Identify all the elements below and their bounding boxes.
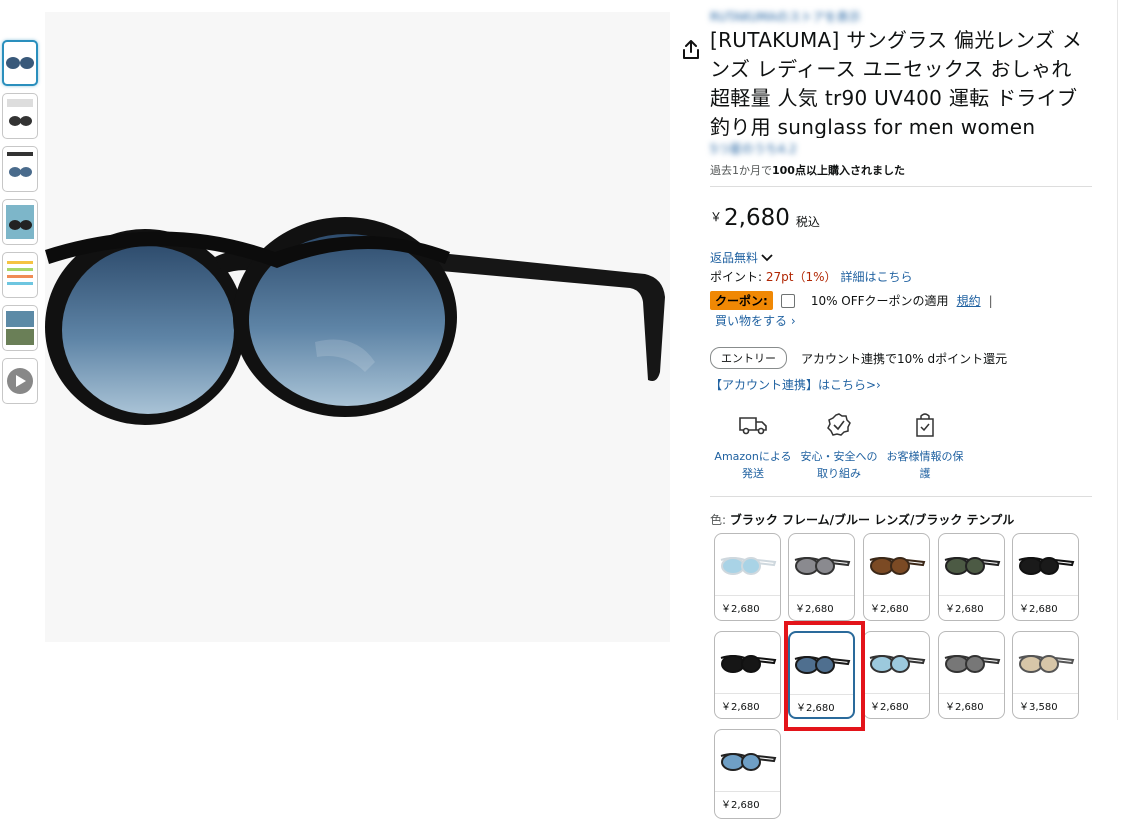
entry-row: エントリー アカウント連携で10% dポイント還元 <box>710 347 1092 369</box>
color-swatch[interactable]: ￥2,680 <box>863 533 930 621</box>
account-link[interactable]: 【アカウント連携】はこちら>› <box>710 376 1092 393</box>
thumb-7[interactable] <box>2 358 38 404</box>
secure-bag-icon <box>916 413 934 437</box>
swatch-price: ￥2,680 <box>721 604 760 615</box>
divider <box>710 186 1092 187</box>
returns-label: 返品無料 <box>710 251 759 265</box>
share-icon <box>683 40 699 59</box>
swatch-image <box>939 632 1004 694</box>
swatch-price: ￥2,680 <box>870 702 909 713</box>
price: ￥ 2,680 税込 <box>710 205 1092 231</box>
rating-row[interactable]: 5つ星のうち4.2 <box>710 140 1092 156</box>
thumb-4[interactable] <box>2 199 38 245</box>
points-details-link[interactable]: 詳細はこちら <box>841 270 913 284</box>
points-prefix: ポイント: <box>710 270 766 284</box>
swatch-image <box>1013 534 1078 596</box>
feature-safety[interactable]: 安心・安全への取り組み <box>796 411 882 482</box>
thumb-6[interactable] <box>2 305 38 351</box>
feature-privacy[interactable]: お客様情報の保護 <box>882 411 968 482</box>
entry-text: アカウント連携で10% dポイント還元 <box>801 351 1008 366</box>
swatch-image <box>790 633 853 695</box>
divider <box>710 496 1092 497</box>
thumbnail-strip <box>2 40 40 411</box>
swatch-price: ￥2,680 <box>945 604 984 615</box>
main-product-image[interactable] <box>45 12 699 642</box>
color-swatch[interactable]: ￥3,580 <box>1012 631 1079 719</box>
store-link[interactable]: RUTAKUMAのストアを表示 <box>710 8 1092 24</box>
swatch-image <box>715 730 780 792</box>
swatch-image <box>939 534 1004 596</box>
thumb-2[interactable] <box>2 93 38 139</box>
title-text: [RUTAKUMA] サングラス 偏光レンズ メンズ レディース ユニセックス … <box>710 28 1083 138</box>
swatch-price: ￥2,680 <box>945 702 984 713</box>
color-swatch[interactable]: ￥2,680 <box>1012 533 1079 621</box>
bought-prefix: 過去1か月で <box>710 164 772 177</box>
coupon-checkbox[interactable] <box>780 293 795 308</box>
scrollbar-edge <box>1117 0 1122 720</box>
entry-button[interactable]: エントリー <box>710 347 787 369</box>
price-symbol: ￥ <box>710 210 723 224</box>
swatch-price: ￥2,680 <box>721 800 760 811</box>
chevron-down-icon <box>761 253 773 261</box>
points-value: 27pt（1%） <box>765 270 837 284</box>
thumb-3[interactable] <box>2 146 38 192</box>
price-tax: 税込 <box>795 215 820 229</box>
bought-bold: 100点以上購入されました <box>772 164 905 177</box>
swatch-price: ￥2,680 <box>796 703 835 714</box>
feature-label: Amazonによる発送 <box>714 450 792 480</box>
swatch-image <box>864 534 929 596</box>
sunglasses-image <box>45 217 665 425</box>
swatch-price: ￥2,680 <box>795 604 834 615</box>
color-selected-name: ブラック フレーム/ブルー レンズ/ブラック テンプル <box>729 513 1015 527</box>
product-title: [RUTAKUMA] サングラス 偏光レンズ メンズ レディース ユニセックス … <box>710 26 1092 138</box>
color-swatch[interactable]: ￥2,680 <box>714 533 781 621</box>
thumb-1[interactable] <box>2 40 38 86</box>
color-swatch[interactable]: ￥2,680 <box>788 533 855 621</box>
swatch-price: ￥2,680 <box>721 702 760 713</box>
bought-count: 過去1か月で100点以上購入されました <box>710 162 1092 178</box>
shop-link[interactable]: 買い物をする › <box>715 312 1092 329</box>
feature-icons: Amazonによる発送 安心・安全への取り組み お客様情報の保護 <box>710 411 1092 482</box>
swatch-image <box>715 534 780 596</box>
color-label-prefix: 色: <box>710 513 730 527</box>
swatch-price: ￥2,680 <box>1019 604 1058 615</box>
free-returns-link[interactable]: 返品無料 <box>710 249 1092 266</box>
coupon-separator: | <box>988 293 993 308</box>
swatch-image <box>1013 632 1078 694</box>
feature-amazon-delivery[interactable]: Amazonによる発送 <box>710 411 796 482</box>
thumb-5[interactable] <box>2 252 38 298</box>
color-swatch[interactable]: ￥2,680 <box>788 631 855 719</box>
swatch-price: ￥3,580 <box>1019 702 1058 713</box>
swatch-image <box>864 632 929 694</box>
color-swatch[interactable]: ￥2,680 <box>714 729 781 819</box>
color-swatch[interactable]: ￥2,680 <box>938 533 1005 621</box>
color-swatch[interactable]: ￥2,680 <box>938 631 1005 719</box>
points-row: ポイント: 27pt（1%） 詳細はこちら <box>710 268 1092 285</box>
swatch-price: ￥2,680 <box>870 604 909 615</box>
feature-label: 安心・安全への取り組み <box>800 450 878 480</box>
color-label: 色: ブラック フレーム/ブルー レンズ/ブラック テンプル <box>710 511 1092 528</box>
swatch-image <box>789 534 854 596</box>
product-info-column: RUTAKUMAのストアを表示 [RUTAKUMA] サングラス 偏光レンズ メ… <box>710 8 1092 528</box>
coupon-terms-link[interactable]: 規約 <box>957 292 981 309</box>
coupon-badge: クーポン: <box>710 291 773 310</box>
coupon-text: 10% OFFクーポンの適用 <box>810 294 949 308</box>
feature-label: お客様情報の保護 <box>886 450 964 480</box>
swatch-image <box>715 632 780 694</box>
delivery-truck-icon <box>739 417 767 435</box>
safety-badge-icon <box>827 413 851 436</box>
share-button[interactable] <box>677 36 705 64</box>
price-amount: 2,680 <box>724 205 790 231</box>
color-swatch[interactable]: ￥2,680 <box>863 631 930 719</box>
coupon-row: クーポン: 10% OFFクーポンの適用 規約 | <box>710 291 1092 310</box>
color-swatch[interactable]: ￥2,680 <box>714 631 781 719</box>
